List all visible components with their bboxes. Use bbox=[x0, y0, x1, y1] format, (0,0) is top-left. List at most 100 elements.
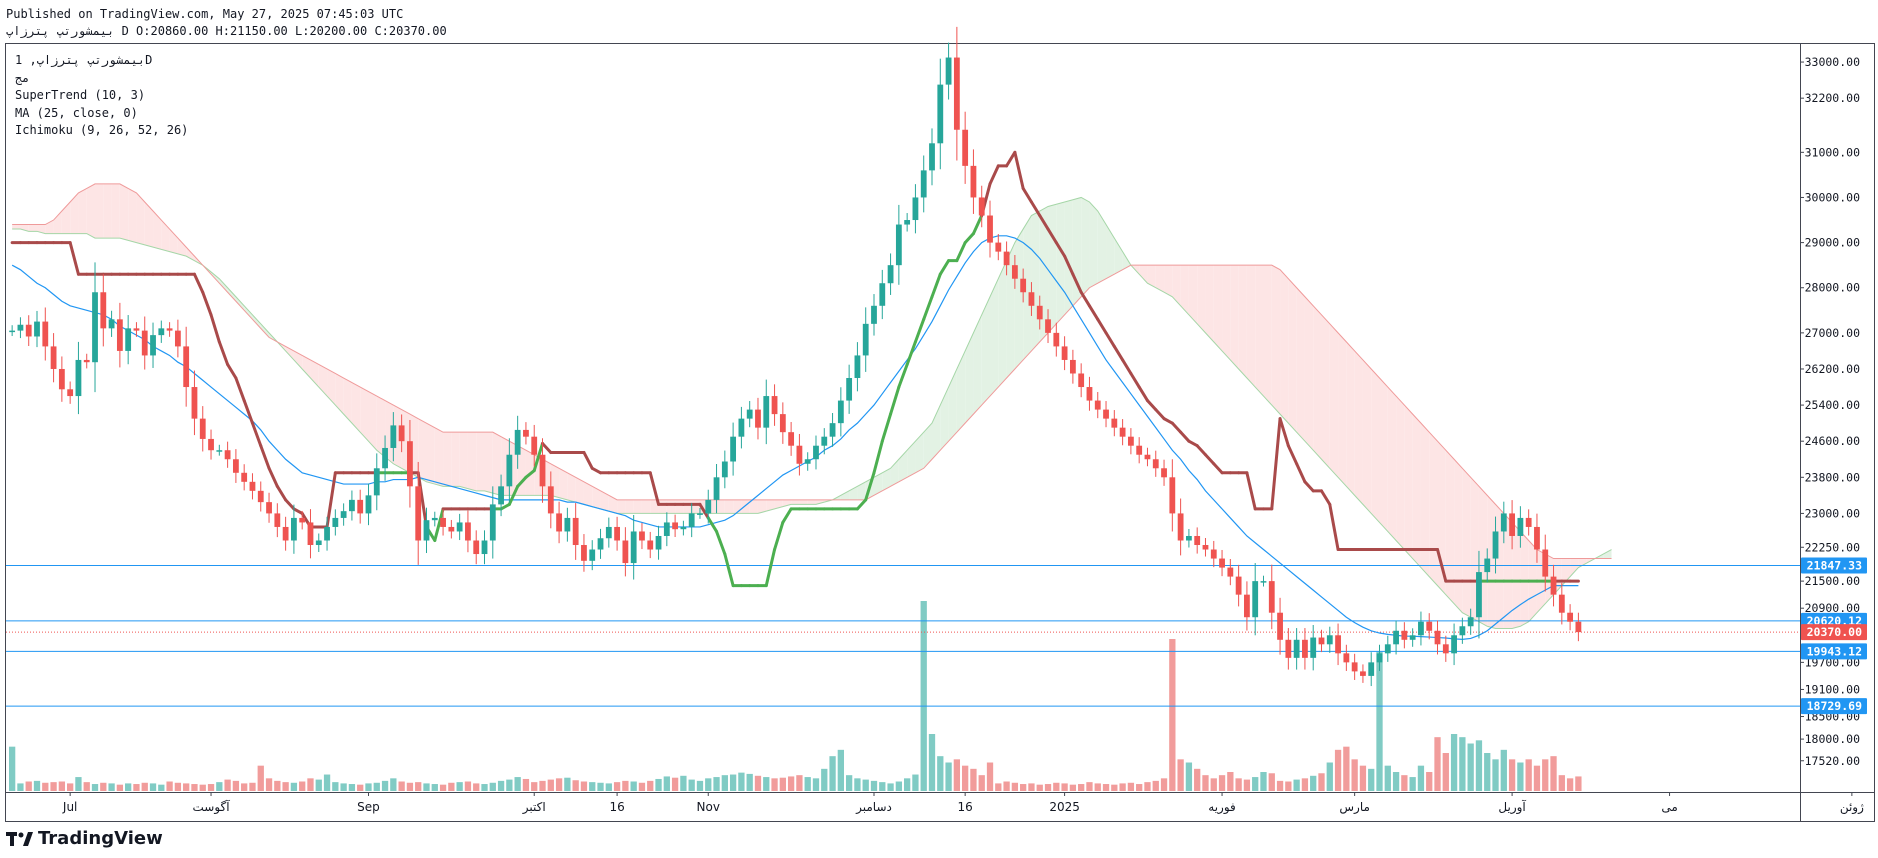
volume-bar bbox=[895, 781, 903, 791]
candle-body bbox=[1028, 292, 1035, 306]
candle-body bbox=[746, 409, 753, 419]
volume-bar bbox=[1508, 759, 1516, 791]
x-tick-label: دسامبر bbox=[855, 800, 892, 815]
volume-bar bbox=[1334, 749, 1342, 791]
candle-body bbox=[912, 197, 919, 221]
candle-body bbox=[713, 477, 720, 500]
candle-body bbox=[365, 495, 372, 514]
cloud-segment bbox=[1429, 432, 1438, 586]
volume-bar bbox=[555, 778, 563, 791]
cloud-segment bbox=[1338, 332, 1347, 487]
candle-body bbox=[199, 418, 206, 439]
supertrend-segment bbox=[988, 164, 1000, 186]
volume-bar bbox=[1260, 772, 1267, 791]
candle-body bbox=[1020, 278, 1027, 293]
tradingview-logo-text: TradingView bbox=[38, 828, 163, 849]
supertrend-segment bbox=[209, 313, 221, 344]
cloud-segment bbox=[1603, 549, 1612, 559]
candle-body bbox=[663, 522, 670, 536]
candle-body bbox=[125, 328, 132, 351]
candle-body bbox=[1152, 459, 1159, 469]
volume-bar bbox=[431, 784, 438, 791]
supertrend-segment bbox=[1096, 317, 1108, 335]
volume-bar bbox=[1426, 772, 1433, 791]
candle-body bbox=[174, 330, 181, 347]
volume-bar bbox=[1318, 773, 1325, 791]
volume-bar bbox=[1533, 765, 1541, 791]
candle-body bbox=[597, 538, 604, 550]
candle-body bbox=[1360, 671, 1366, 676]
volume-bar bbox=[91, 784, 99, 791]
cloud-segment bbox=[1255, 265, 1264, 397]
price-axis[interactable]: 33000.00 32200.00 31000.00 30000.00 29000.00… bbox=[1800, 55, 1860, 768]
candle-body bbox=[605, 526, 612, 539]
supertrend-segment bbox=[1087, 304, 1100, 321]
supertrend-segment bbox=[582, 450, 594, 470]
cloud-segment bbox=[1106, 224, 1115, 279]
volume-bar bbox=[83, 782, 90, 791]
volume-bar bbox=[821, 768, 828, 791]
candle-body bbox=[100, 292, 107, 329]
candle-body bbox=[1045, 319, 1051, 333]
volume-bar bbox=[1127, 782, 1135, 791]
cloud-segment bbox=[1172, 265, 1181, 306]
volume-bar bbox=[879, 782, 886, 791]
x-tick-label: Nov bbox=[697, 800, 720, 814]
volume-bar bbox=[199, 784, 206, 791]
volume-bar bbox=[655, 778, 662, 791]
cloud-segment bbox=[1164, 265, 1173, 297]
cloud-segment bbox=[1570, 558, 1579, 577]
price-chart[interactable]: 33000.00 32200.00 31000.00 30000.00 29000.00… bbox=[0, 0, 1878, 858]
candle-body bbox=[1252, 581, 1259, 618]
cloud-segment bbox=[1263, 265, 1272, 406]
candle-body bbox=[407, 441, 413, 487]
volume-bar bbox=[1061, 783, 1068, 791]
candle-body bbox=[1550, 576, 1557, 595]
candle-body bbox=[1484, 558, 1491, 573]
volume-bar bbox=[1210, 778, 1217, 791]
supertrend-segment bbox=[781, 507, 793, 524]
cloud-segment bbox=[791, 499, 800, 505]
volume-bar bbox=[100, 782, 107, 791]
volume-bar bbox=[473, 783, 480, 791]
volume-bar bbox=[1368, 768, 1375, 791]
candle-body bbox=[829, 423, 836, 437]
cloud-segment bbox=[724, 499, 734, 514]
supertrend-segment bbox=[541, 441, 553, 454]
y-tick-label: 30000.00 bbox=[1805, 190, 1860, 204]
volume-bar bbox=[75, 777, 82, 791]
volume-bar bbox=[746, 773, 753, 791]
candle-body bbox=[1111, 418, 1118, 428]
volume-bar bbox=[1566, 778, 1574, 791]
candle-body bbox=[282, 526, 289, 541]
tradingview-logo[interactable]: TradingView bbox=[6, 828, 163, 849]
volume-bar bbox=[1500, 749, 1507, 791]
volume-bar bbox=[1053, 782, 1060, 791]
candle-body bbox=[862, 323, 869, 356]
candle-body bbox=[1500, 513, 1507, 532]
candle-body bbox=[307, 522, 314, 546]
candle-body bbox=[1119, 427, 1126, 437]
supertrend-segment bbox=[963, 232, 975, 245]
candle-body bbox=[191, 387, 198, 419]
candle-body bbox=[1558, 594, 1565, 613]
x-tick-label: فوریه bbox=[1208, 800, 1236, 815]
volume-bar bbox=[688, 779, 695, 791]
volume-bar bbox=[1044, 784, 1052, 791]
candle-body bbox=[1476, 572, 1482, 618]
chart-legend: بیمشورتپ پترزاپ, 1D مج SuperTrend (10, 3… bbox=[15, 52, 188, 140]
cloud-segment bbox=[1188, 265, 1198, 324]
y-tick-label: 23000.00 bbox=[1805, 506, 1860, 520]
volume-bar bbox=[696, 780, 704, 791]
cloud-segment bbox=[625, 499, 634, 514]
volume-bar bbox=[638, 782, 646, 791]
candle-body bbox=[1086, 387, 1093, 401]
cloud-segment bbox=[492, 432, 502, 496]
cloud-segment bbox=[666, 499, 676, 514]
candle-body bbox=[92, 292, 98, 363]
volume-bar bbox=[1343, 746, 1350, 791]
time-axis[interactable]: Jul آگوست Sep اکتبر 16 Nov دسامبر 16 2025 فوریه ما… bbox=[62, 792, 1878, 815]
cloud-segment bbox=[1048, 204, 1057, 333]
volume-bar bbox=[489, 782, 496, 791]
volume-bar bbox=[1575, 776, 1582, 791]
